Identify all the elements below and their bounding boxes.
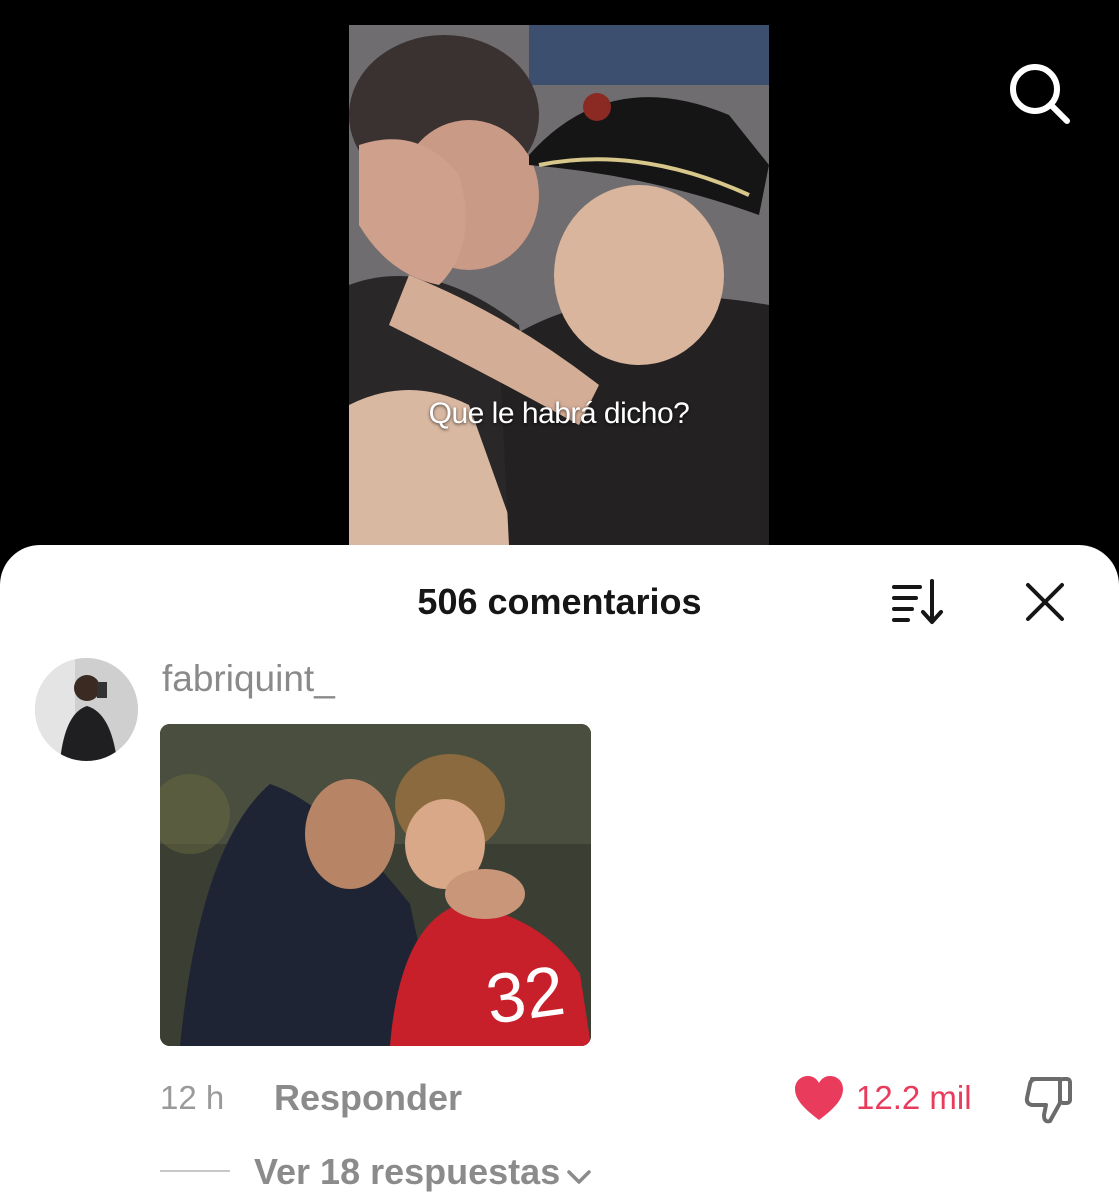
search-icon bbox=[1010, 64, 1070, 124]
like-count: 12.2 mil bbox=[856, 1079, 972, 1116]
thumbs-down-icon bbox=[1024, 1077, 1072, 1124]
svg-text:32: 32 bbox=[481, 951, 569, 1039]
heart-icon bbox=[795, 1076, 843, 1120]
chevron-down-icon bbox=[566, 1153, 592, 1195]
like-button[interactable] bbox=[793, 1074, 845, 1126]
video-player[interactable]: Que le habrá dicho? bbox=[0, 0, 1119, 560]
reply-button[interactable]: Responder bbox=[274, 1077, 462, 1119]
close-button[interactable] bbox=[1022, 579, 1068, 625]
comment-timestamp: 12 h bbox=[160, 1079, 225, 1116]
replies-divider bbox=[160, 1170, 230, 1172]
sort-button[interactable] bbox=[890, 577, 946, 625]
sort-icon bbox=[892, 579, 943, 624]
avatar[interactable] bbox=[35, 658, 138, 761]
comments-title: 506 comentarios bbox=[417, 581, 702, 622]
view-replies-label: Ver 18 respuestas bbox=[254, 1151, 561, 1192]
dislike-button[interactable] bbox=[1022, 1073, 1076, 1127]
comments-sheet: 506 comentarios fabriquint_ 32 12 h Resp… bbox=[0, 545, 1119, 1200]
video-still-image bbox=[349, 25, 769, 545]
avatar-image bbox=[35, 658, 138, 761]
comment-username[interactable]: fabriquint_ bbox=[162, 658, 335, 700]
close-icon bbox=[1026, 583, 1064, 621]
video-frame[interactable]: Que le habrá dicho? bbox=[349, 25, 769, 545]
comment-image[interactable]: 32 bbox=[160, 724, 591, 1046]
search-button[interactable] bbox=[1003, 58, 1073, 128]
video-caption: Que le habrá dicho? bbox=[428, 397, 690, 430]
view-replies-button[interactable]: Ver 18 respuestas bbox=[254, 1151, 592, 1195]
comment-photo: 32 bbox=[160, 724, 591, 1046]
